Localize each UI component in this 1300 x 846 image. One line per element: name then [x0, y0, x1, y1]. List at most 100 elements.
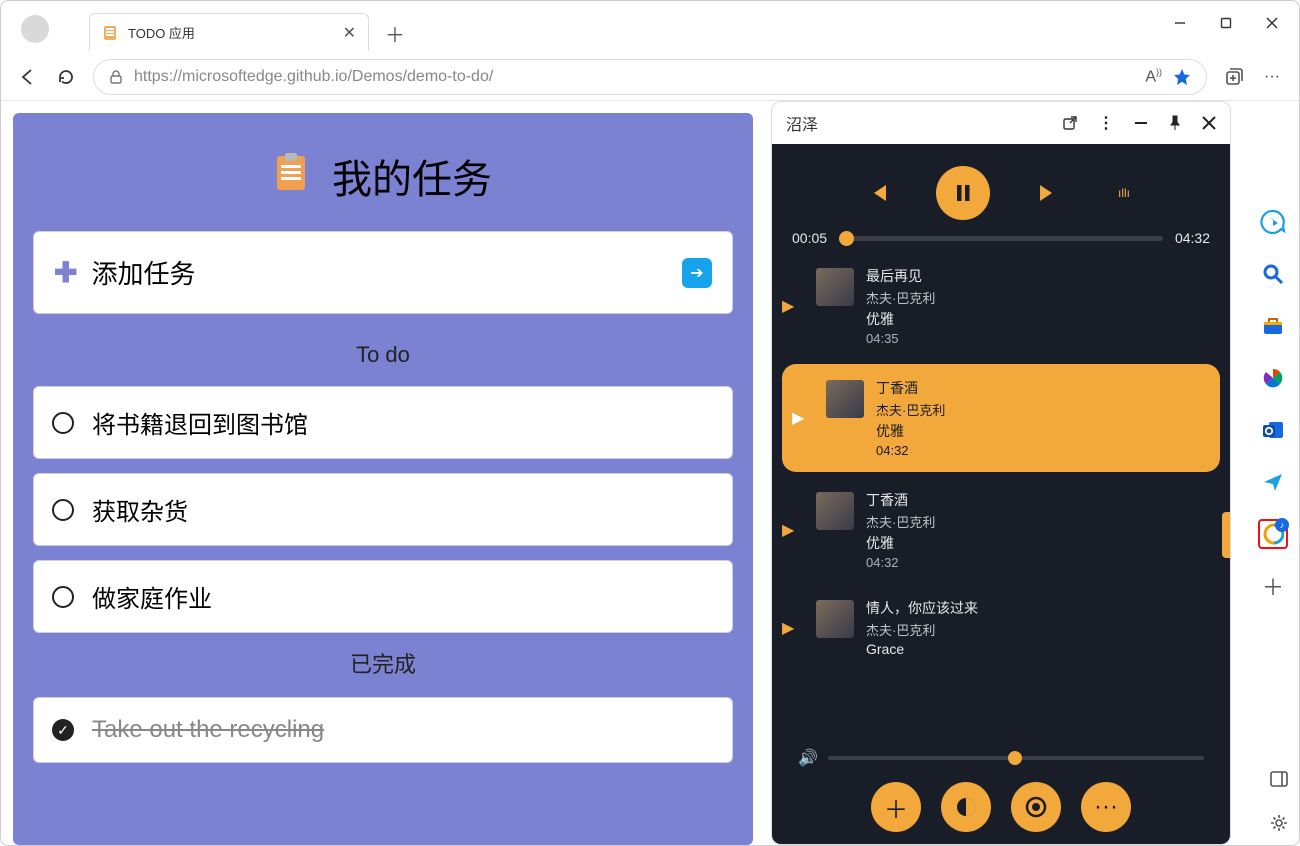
track-item[interactable]: ▶ 情人，你应该过来 杰夫·巴克利 Grace — [772, 584, 1230, 659]
pause-button[interactable] — [936, 166, 990, 220]
open-external-icon[interactable] — [1062, 115, 1078, 131]
task-item[interactable]: 做家庭作业 — [33, 560, 733, 633]
track-title: 最后再见 — [866, 266, 935, 286]
office-icon[interactable] — [1258, 363, 1288, 393]
track-album: 优雅 — [866, 533, 935, 553]
section-todo-header: To do — [33, 342, 733, 368]
album-art — [826, 380, 864, 418]
track-album: Grace — [866, 641, 978, 657]
track-artist: 杰夫·巴克利 — [866, 620, 978, 639]
media-player-sidebar-icon[interactable]: ♪ — [1258, 519, 1288, 549]
done-task-item[interactable]: ✓ Take out the recycling — [33, 697, 733, 763]
read-aloud-icon[interactable]: A)) — [1145, 67, 1162, 86]
browser-tab[interactable]: TODO 应用 ✕ — [89, 13, 369, 51]
sidepanel-toggle-icon[interactable] — [1269, 769, 1289, 789]
seek-thumb[interactable] — [839, 231, 854, 246]
add-sidebar-icon[interactable]: ＋ — [1258, 571, 1288, 601]
add-task-card[interactable]: ✚ 添加任务 ➔ — [33, 231, 733, 314]
music-panel-header: 沼泽 ⋮ — [772, 102, 1230, 144]
add-button[interactable]: ＋ — [871, 782, 921, 832]
track-title: 丁香酒 — [866, 490, 935, 510]
close-button[interactable] — [1249, 5, 1295, 41]
lock-icon — [108, 69, 124, 85]
play-icon[interactable]: ▶ — [782, 296, 804, 316]
todo-app: 我的任务 ✚ 添加任务 ➔ To do 将书籍退回到图书馆 获取杂货 做家庭作业… — [13, 113, 753, 845]
task-item[interactable]: 获取杂货 — [33, 473, 733, 546]
track-artist: 杰夫·巴克利 — [876, 400, 945, 419]
search-icon[interactable] — [1258, 259, 1288, 289]
scrollbar-thumb[interactable] — [1222, 512, 1230, 558]
contrast-button[interactable] — [941, 782, 991, 832]
current-time: 00:05 — [792, 230, 827, 246]
profile-avatar[interactable] — [21, 15, 49, 43]
track-artist: 杰夫·巴克利 — [866, 512, 935, 531]
outlook-icon[interactable] — [1258, 415, 1288, 445]
tab-favicon-icon — [102, 25, 118, 41]
volume-control: 🔊 — [772, 744, 1230, 776]
bottom-controls: ＋ ··· — [772, 776, 1230, 844]
seek-slider[interactable] — [839, 236, 1163, 241]
clipboard-icon — [274, 153, 308, 193]
track-duration: 04:32 — [876, 443, 945, 458]
task-text: 做家庭作业 — [92, 579, 212, 614]
track-item[interactable]: ▶ 丁香酒 杰夫·巴克利 优雅 04:32 — [772, 476, 1230, 584]
volume-thumb[interactable] — [1008, 751, 1022, 765]
track-album: 优雅 — [876, 421, 945, 441]
send-icon[interactable] — [1258, 467, 1288, 497]
checkbox-empty-icon[interactable] — [52, 412, 74, 434]
timeline: 00:05 04:32 — [772, 220, 1230, 252]
shopping-icon[interactable] — [1258, 311, 1288, 341]
task-text: 将书籍退回到图书馆 — [92, 405, 308, 440]
address-bar[interactable]: https://microsoftedge.github.io/Demos/de… — [93, 59, 1207, 95]
favorite-star-icon[interactable] — [1172, 67, 1192, 87]
play-icon[interactable]: ▶ — [782, 520, 804, 540]
page-title: 我的任务 — [33, 147, 733, 205]
tab-close-icon[interactable]: ✕ — [343, 23, 356, 43]
new-tab-button[interactable]: ＋ — [385, 19, 405, 48]
panel-close-icon[interactable] — [1202, 116, 1216, 130]
bing-chat-icon[interactable] — [1258, 207, 1288, 237]
checkbox-empty-icon[interactable] — [52, 586, 74, 608]
menu-button[interactable]: ··· — [1253, 59, 1291, 95]
sidebar-bottom — [1269, 769, 1289, 833]
next-track-button[interactable] — [1030, 175, 1066, 211]
page-title-text: 我的任务 — [332, 157, 492, 202]
total-time: 04:32 — [1175, 230, 1210, 246]
track-item-active[interactable]: ▶ 丁香酒 杰夫·巴克利 优雅 04:32 — [782, 364, 1220, 472]
equalizer-icon[interactable]: ıllı — [1106, 175, 1142, 211]
music-panel-title: 沼泽 — [786, 111, 818, 135]
pin-icon[interactable] — [1168, 115, 1182, 131]
checkbox-checked-icon[interactable]: ✓ — [52, 719, 74, 741]
section-done-header: 已完成 — [33, 647, 733, 679]
prev-track-button[interactable] — [860, 175, 896, 211]
volume-slider[interactable] — [828, 756, 1204, 760]
maximize-button[interactable] — [1203, 5, 1249, 41]
more-button[interactable]: ··· — [1081, 782, 1131, 832]
track-album: 优雅 — [866, 309, 935, 329]
task-item[interactable]: 将书籍退回到图书馆 — [33, 386, 733, 459]
track-duration: 04:35 — [866, 331, 935, 346]
plus-icon: ✚ — [54, 256, 77, 289]
volume-icon[interactable]: 🔊 — [798, 748, 818, 768]
album-art — [816, 268, 854, 306]
browser-window: TODO 应用 ✕ ＋ https://microsoftedge.github… — [0, 0, 1300, 846]
task-text: Take out the recycling — [92, 716, 324, 744]
settings-icon[interactable] — [1269, 813, 1289, 833]
audio-badge-icon: ♪ — [1275, 518, 1289, 532]
refresh-button[interactable] — [47, 59, 85, 95]
record-button[interactable] — [1011, 782, 1061, 832]
checkbox-empty-icon[interactable] — [52, 499, 74, 521]
play-icon[interactable]: ▶ — [792, 408, 814, 428]
album-art — [816, 600, 854, 638]
webpage: 我的任务 ✚ 添加任务 ➔ To do 将书籍退回到图书馆 获取杂货 做家庭作业… — [1, 101, 765, 845]
track-item[interactable]: ▶ 最后再见 杰夫·巴克利 优雅 04:35 — [772, 252, 1230, 360]
collections-button[interactable] — [1215, 59, 1253, 95]
submit-arrow-button[interactable]: ➔ — [682, 258, 712, 288]
back-button[interactable] — [9, 59, 47, 95]
more-icon[interactable]: ⋮ — [1098, 113, 1114, 133]
content-area: 我的任务 ✚ 添加任务 ➔ To do 将书籍退回到图书馆 获取杂货 做家庭作业… — [1, 101, 1299, 845]
task-text: 获取杂货 — [92, 492, 188, 527]
panel-minimize-icon[interactable] — [1134, 116, 1148, 130]
minimize-button[interactable] — [1157, 5, 1203, 41]
play-icon[interactable]: ▶ — [782, 618, 804, 638]
